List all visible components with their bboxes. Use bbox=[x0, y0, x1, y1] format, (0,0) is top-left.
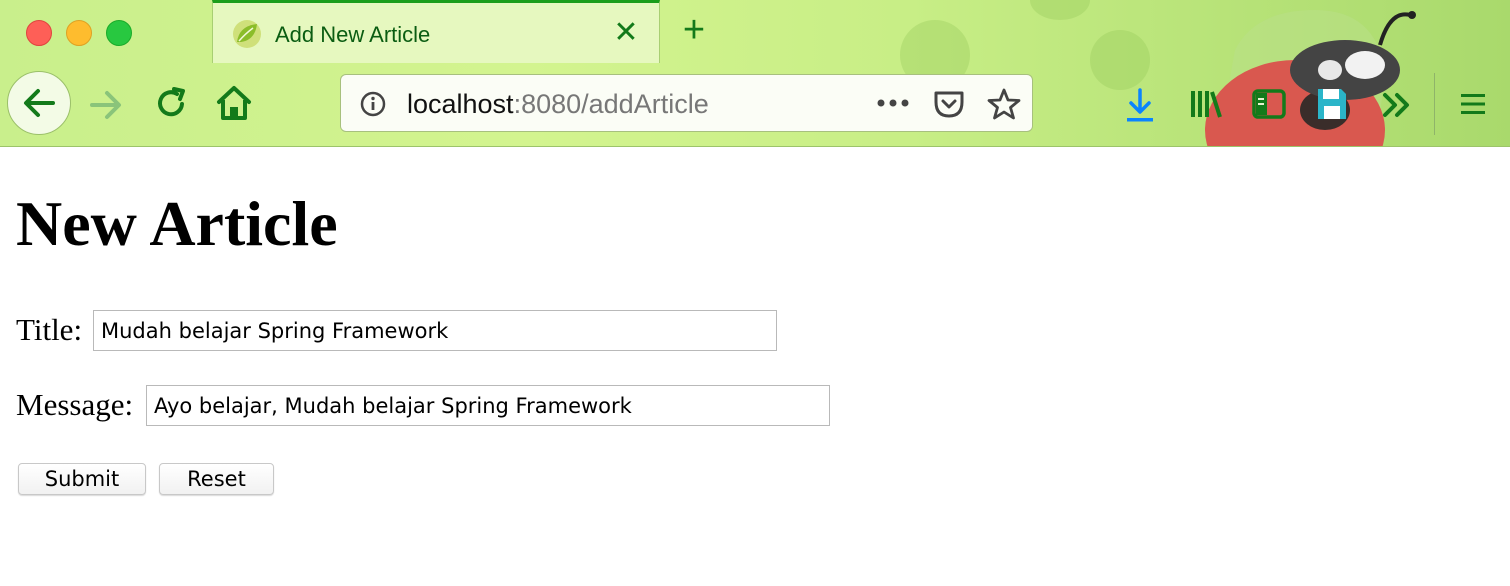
home-icon[interactable] bbox=[215, 83, 253, 123]
tab-add-new-article[interactable]: Add New Article ✕ bbox=[212, 0, 660, 63]
minimize-window-button[interactable] bbox=[66, 20, 92, 46]
spring-leaf-icon bbox=[233, 20, 261, 48]
close-window-button[interactable] bbox=[26, 20, 52, 46]
overflow-chevron-icon[interactable] bbox=[1381, 89, 1413, 121]
zoom-window-button[interactable] bbox=[106, 20, 132, 46]
message-label: Message: bbox=[16, 387, 134, 422]
tab-strip: Add New Article ✕ + bbox=[0, 0, 1510, 63]
library-icon[interactable] bbox=[1188, 87, 1224, 121]
tab-title: Add New Article bbox=[275, 22, 431, 47]
back-button[interactable] bbox=[7, 71, 71, 135]
browser-chrome: Add New Article ✕ + localhost:8080/addAr… bbox=[0, 0, 1510, 147]
info-icon[interactable] bbox=[359, 90, 387, 118]
new-tab-icon[interactable]: + bbox=[676, 11, 712, 49]
toolbar-separator bbox=[1434, 73, 1435, 135]
reset-button[interactable]: Reset bbox=[159, 463, 274, 495]
navigation-toolbar: localhost:8080/addArticle bbox=[0, 63, 1510, 146]
close-tab-icon[interactable]: ✕ bbox=[610, 15, 642, 51]
url-text[interactable]: localhost:8080/addArticle bbox=[407, 89, 709, 120]
submit-button[interactable]: Submit bbox=[18, 463, 146, 495]
url-host: localhost bbox=[407, 89, 514, 119]
more-icon[interactable] bbox=[875, 97, 911, 109]
url-path: :8080/addArticle bbox=[513, 89, 709, 119]
address-bar[interactable]: localhost:8080/addArticle bbox=[340, 74, 1033, 132]
hamburger-menu-icon[interactable] bbox=[1459, 90, 1487, 118]
pocket-icon[interactable] bbox=[932, 88, 966, 120]
page-content: New Article Title: Message: Submit Reset bbox=[0, 147, 1510, 586]
title-input[interactable] bbox=[93, 310, 777, 351]
page-heading: New Article bbox=[16, 188, 338, 259]
save-icon[interactable] bbox=[1315, 86, 1349, 122]
forward-arrow-icon[interactable] bbox=[86, 87, 126, 123]
sidebar-icon[interactable] bbox=[1251, 87, 1287, 121]
back-arrow-icon bbox=[24, 89, 55, 117]
reload-icon[interactable] bbox=[152, 85, 190, 123]
title-label: Title: bbox=[16, 312, 83, 347]
bookmark-star-icon[interactable] bbox=[987, 87, 1021, 121]
download-icon[interactable] bbox=[1124, 87, 1156, 123]
message-input[interactable] bbox=[146, 385, 830, 426]
